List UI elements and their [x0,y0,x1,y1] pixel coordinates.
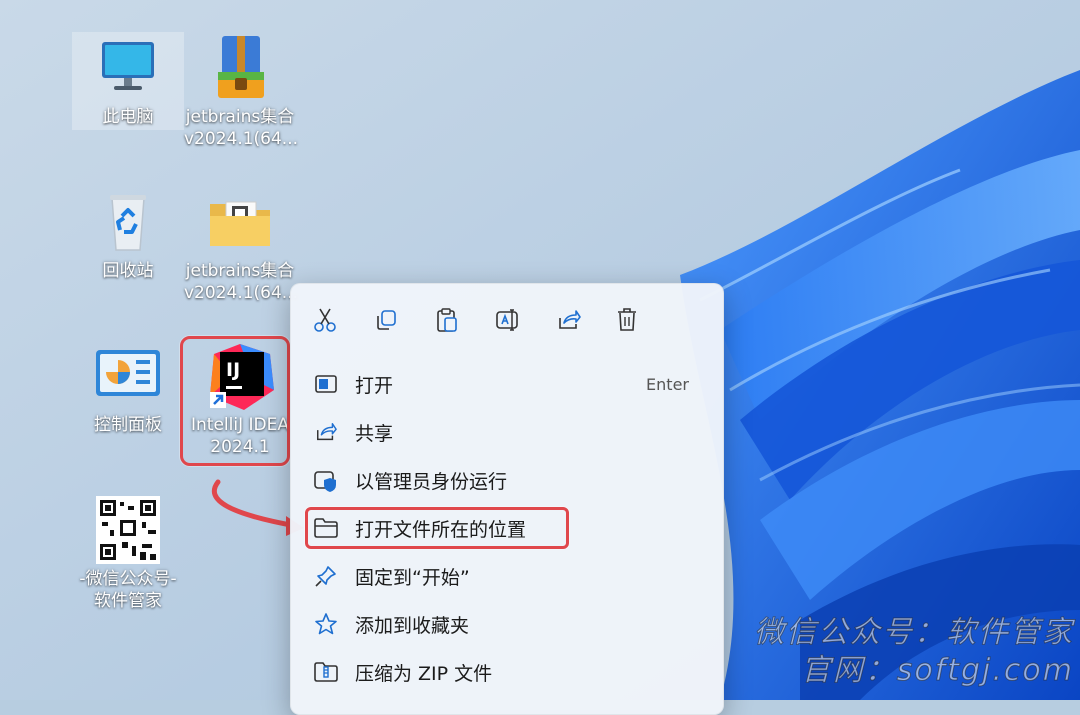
rename-icon [496,309,518,331]
desktop-icon-label: -微信公众号- [79,569,177,589]
intellij-icon-highlight-box [180,336,290,466]
desktop-icon-this-pc[interactable]: 此电脑 [72,32,184,130]
menu-item-label: 固定到“开始” [355,566,470,589]
menu-item-label: 压缩为 ZIP 文件 [355,662,493,685]
share-button[interactable] [549,300,589,340]
pin-icon [313,563,339,589]
monitor-icon [102,42,154,90]
desktop-icon-jetbrains-zip[interactable]: jetbrains集合 v2024.1(64... [184,32,299,150]
desktop-icon-label-line2: v2024.1(64... [184,129,299,149]
desktop-icon-label-line2: 软件管家 [94,591,162,611]
scissors-icon [314,308,336,332]
menu-item-add-to-favorites[interactable]: 添加到收藏夹 [303,602,711,646]
cut-button[interactable] [305,300,345,340]
desktop-icon-label: 控制面板 [94,415,162,435]
share-icon [559,310,581,329]
open-file-location-highlight-box [305,507,569,549]
menu-item-open[interactable]: 打开 Enter [303,362,711,406]
zip-archive-icon [218,36,264,98]
folder-icon [210,201,270,246]
menu-item-compress-zip[interactable]: 压缩为 ZIP 文件 [303,650,711,694]
menu-item-label: 以管理员身份运行 [355,470,508,493]
share-icon [313,419,339,445]
desktop-icon-jetbrains-folder[interactable]: jetbrains集合 v2024.1(64... [184,186,299,304]
menu-item-run-as-admin[interactable]: 以管理员身份运行 [303,458,711,502]
desktop-icon-label-line2: v2024.1(64... [184,283,299,303]
menu-item-label: 打开 [355,374,394,397]
context-menu: 打开 Enter 共享 以管理员身份运行 打开文件所在的位置 固定到“开始” 添… [290,283,724,715]
copy-icon [377,310,396,330]
desktop-icon-control-panel[interactable]: 控制面板 [72,340,184,436]
rename-button[interactable] [488,300,528,340]
star-icon [313,611,339,637]
open-icon [313,371,339,397]
control-panel-icon [96,350,160,396]
desktop-icon-wechat-qr[interactable]: -微信公众号- 软件管家 [72,494,184,612]
menu-item-share[interactable]: 共享 [303,410,711,454]
menu-item-label: 共享 [355,422,394,445]
desktop-icon-recycle-bin[interactable]: 回收站 [72,186,184,282]
desktop-icon-label: jetbrains集合 [185,107,295,127]
desktop-icon-label: 回收站 [102,261,154,281]
shortcut-label: Enter [646,374,689,394]
delete-button[interactable] [607,300,647,340]
paste-button[interactable] [427,300,467,340]
desktop-icon-label: 此电脑 [102,107,154,127]
qr-code-icon [96,496,160,564]
menu-item-pin-to-start[interactable]: 固定到“开始” [303,554,711,598]
menu-item-label: 添加到收藏夹 [355,614,470,637]
shield-icon [313,467,339,493]
watermark-line1: 微信公众号：软件管家 [754,615,1074,651]
paste-icon [437,308,457,332]
copy-button[interactable] [366,300,406,340]
watermark: 微信公众号：软件管家 官网：softgj.com [754,614,1074,690]
watermark-line2: 官网：softgj.com [800,653,1074,689]
recycle-bin-icon [110,195,146,251]
desktop-icon-label: jetbrains集合 [185,261,295,281]
trash-icon [618,308,636,331]
zip-folder-icon [313,659,339,685]
